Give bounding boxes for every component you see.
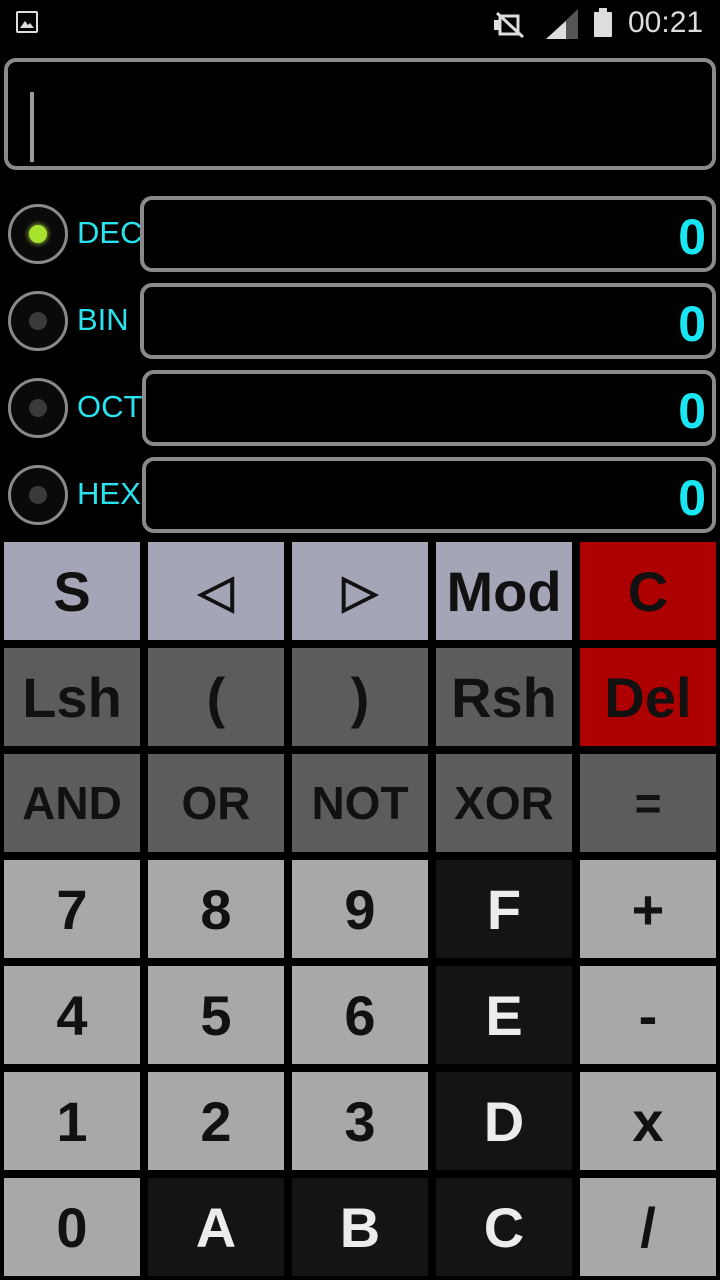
base-label-oct: OCT [77, 389, 143, 424]
base-row-hex: HEX 0 [0, 457, 720, 537]
signal-icon [546, 9, 578, 39]
digit-9-button[interactable]: 9 [292, 860, 428, 958]
digit-4-button[interactable]: 4 [4, 966, 140, 1064]
multiply-button[interactable]: x [580, 1072, 716, 1170]
dec-value: 0 [678, 209, 706, 265]
hex-value: 0 [678, 470, 706, 526]
base-label-dec: DEC [77, 215, 143, 250]
hex-b-button[interactable]: B [292, 1178, 428, 1276]
status-bar: 00:21 [0, 0, 720, 50]
hex-f-button[interactable]: F [436, 860, 572, 958]
open-paren-button[interactable]: ( [148, 648, 284, 746]
minus-button[interactable]: - [580, 966, 716, 1064]
clear-button[interactable]: C [580, 542, 716, 640]
expression-field[interactable] [4, 58, 716, 170]
left-shift-button[interactable]: Lsh [4, 648, 140, 746]
digit-5-button[interactable]: 5 [148, 966, 284, 1064]
mute-icon [494, 11, 525, 39]
hex-e-button[interactable]: E [436, 966, 572, 1064]
plus-button[interactable]: + [580, 860, 716, 958]
radio-oct[interactable] [8, 378, 68, 438]
radio-bin[interactable] [8, 291, 68, 351]
or-button[interactable]: OR [148, 754, 284, 852]
base-row-bin: BIN 0 [0, 283, 720, 363]
cursor-right-button[interactable]: ▷ [292, 542, 428, 640]
digit-3-button[interactable]: 3 [292, 1072, 428, 1170]
hex-value-field[interactable]: 0 [142, 457, 716, 533]
digit-7-button[interactable]: 7 [4, 860, 140, 958]
oct-value: 0 [678, 383, 706, 439]
hex-d-button[interactable]: D [436, 1072, 572, 1170]
digit-8-button[interactable]: 8 [148, 860, 284, 958]
not-button[interactable]: NOT [292, 754, 428, 852]
dec-value-field[interactable]: 0 [140, 196, 716, 272]
digit-1-button[interactable]: 1 [4, 1072, 140, 1170]
close-paren-button[interactable]: ) [292, 648, 428, 746]
sign-button[interactable]: S [4, 542, 140, 640]
base-label-bin: BIN [77, 302, 129, 337]
base-row-oct: OCT 0 [0, 370, 720, 450]
battery-icon [594, 8, 612, 37]
status-clock: 00:21 [628, 6, 704, 39]
divide-button[interactable]: / [580, 1178, 716, 1276]
right-shift-button[interactable]: Rsh [436, 648, 572, 746]
text-cursor [30, 92, 34, 162]
bin-value-field[interactable]: 0 [140, 283, 716, 359]
oct-value-field[interactable]: 0 [142, 370, 716, 446]
delete-button[interactable]: Del [580, 648, 716, 746]
digit-6-button[interactable]: 6 [292, 966, 428, 1064]
gallery-icon [16, 11, 38, 33]
equals-button[interactable]: = [580, 754, 716, 852]
bin-value: 0 [678, 296, 706, 352]
mod-button[interactable]: Mod [436, 542, 572, 640]
base-row-dec: DEC 0 [0, 196, 720, 276]
xor-button[interactable]: XOR [436, 754, 572, 852]
digit-2-button[interactable]: 2 [148, 1072, 284, 1170]
cursor-left-button[interactable]: ◁ [148, 542, 284, 640]
digit-0-button[interactable]: 0 [4, 1178, 140, 1276]
hex-c-button[interactable]: C [436, 1178, 572, 1276]
radio-hex[interactable] [8, 465, 68, 525]
base-label-hex: HEX [77, 476, 141, 511]
radio-dec[interactable] [8, 204, 68, 264]
hex-a-button[interactable]: A [148, 1178, 284, 1276]
and-button[interactable]: AND [4, 754, 140, 852]
